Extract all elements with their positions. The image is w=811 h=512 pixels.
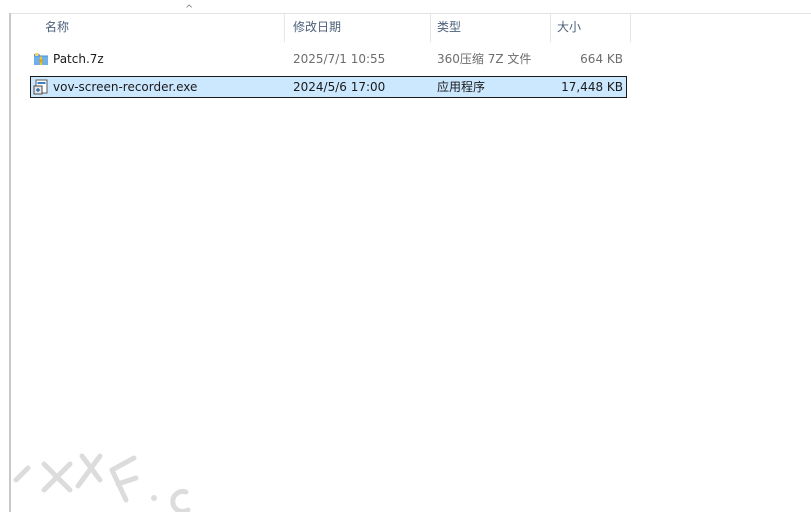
file-explorer-window: ^ 名称 修改日期 类型 大小 Patch.7z 2025/7/1 10:55 … bbox=[0, 0, 811, 512]
file-type: 应用程序 bbox=[437, 80, 486, 94]
column-header-size[interactable]: 大小 bbox=[551, 13, 630, 42]
file-modified-date: 2025/7/1 10:55 bbox=[293, 52, 386, 66]
file-size: 664 KB bbox=[580, 52, 623, 66]
archive-7z-icon bbox=[33, 51, 49, 67]
file-row-vov-screen-recorder[interactable]: vov-screen-recorder.exe 2024/5/6 17:00 应… bbox=[30, 76, 627, 98]
column-divider[interactable] bbox=[630, 13, 631, 42]
column-header-modified[interactable]: 修改日期 bbox=[285, 13, 430, 42]
file-modified-date: 2024/5/6 17:00 bbox=[293, 80, 386, 94]
file-size: 17,448 KB bbox=[561, 80, 623, 94]
column-header-type[interactable]: 类型 bbox=[431, 13, 551, 42]
exe-installer-icon bbox=[33, 79, 49, 95]
file-type: 360压缩 7Z 文件 bbox=[437, 52, 532, 66]
column-header-row: ^ 名称 修改日期 类型 大小 bbox=[30, 5, 631, 42]
watermark-image bbox=[13, 453, 191, 512]
toolbar-bottom-edge bbox=[0, 0, 811, 14]
file-name: vov-screen-recorder.exe bbox=[53, 80, 198, 94]
file-row-patch[interactable]: Patch.7z 2025/7/1 10:55 360压缩 7Z 文件 664 … bbox=[30, 48, 627, 70]
file-name: Patch.7z bbox=[53, 52, 104, 66]
column-header-name[interactable]: 名称 bbox=[30, 13, 284, 42]
navigation-pane-edge[interactable] bbox=[0, 13, 11, 512]
